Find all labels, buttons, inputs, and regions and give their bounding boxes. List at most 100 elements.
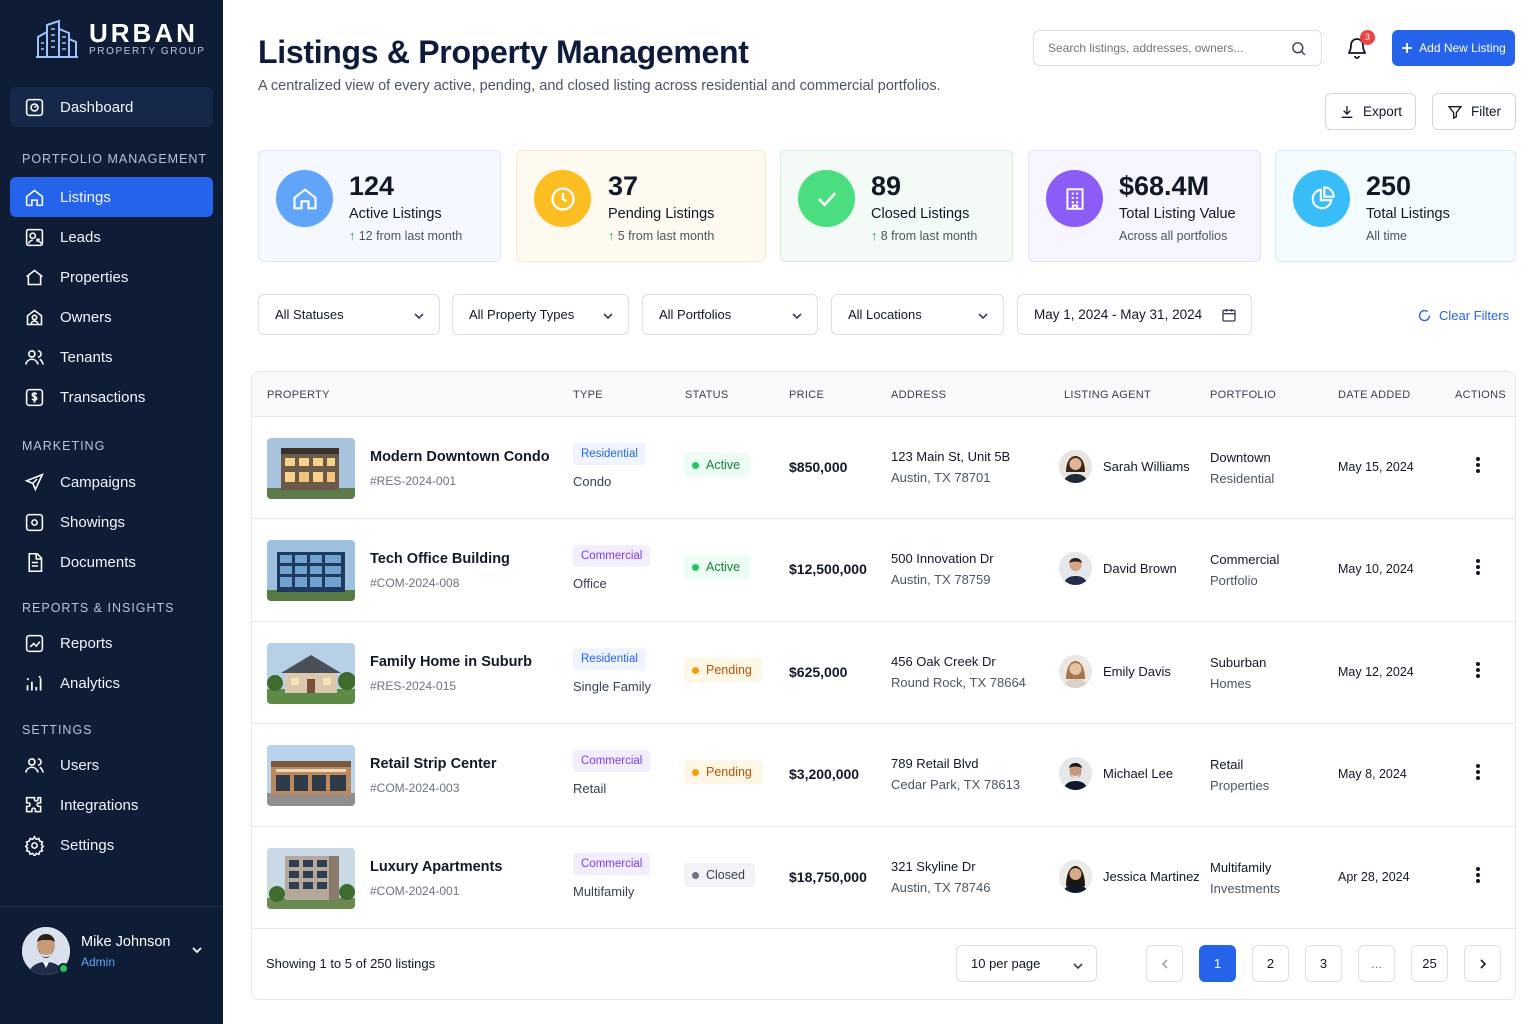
stat-delta: ↑ 5 from last month <box>608 229 715 243</box>
sidebar-item-reports[interactable]: Reports <box>10 623 213 663</box>
document-icon <box>28 552 43 572</box>
price: $850,000 <box>789 459 848 475</box>
clear-filters-button[interactable]: Clear Filters <box>1417 308 1509 323</box>
page-subtitle: A centralized view of every active, pend… <box>258 78 941 94</box>
next-page-button[interactable] <box>1464 945 1501 982</box>
stat-card-active: 124 Active Listings ↑ 12 from last month <box>258 150 501 262</box>
table-row[interactable]: Retail Strip Center #COM-2024-003 Commer… <box>252 724 1515 827</box>
sidebar-item-campaigns[interactable]: Campaigns <box>10 462 213 502</box>
table-row[interactable]: Modern Downtown Condo #RES-2024-001 Resi… <box>252 417 1515 519</box>
export-button[interactable]: Export <box>1325 93 1416 130</box>
per-page-dropdown[interactable]: 10 per page <box>956 945 1097 982</box>
table-row[interactable]: Tech Office Building #COM-2024-008 Comme… <box>252 519 1515 622</box>
price: $3,200,000 <box>789 766 860 782</box>
sidebar-item-transactions[interactable]: Transactions <box>10 377 213 417</box>
calendar-eye-icon <box>25 513 44 531</box>
portfolio-filter-dropdown[interactable]: All Portfolios <box>642 294 818 335</box>
export-label: Export <box>1362 104 1403 119</box>
sidebar-item-properties[interactable]: Properties <box>10 257 213 297</box>
column-header-price[interactable]: PRICE <box>789 389 824 401</box>
date-range-picker[interactable]: May 1, 2024 - May 31, 2024 <box>1017 294 1252 335</box>
sidebar-item-showings[interactable]: Showings <box>10 502 213 542</box>
brand-logo[interactable]: URBAN PROPERTY GROUP <box>35 18 206 60</box>
category-badge: Commercial <box>573 853 651 875</box>
arrow-up-icon: ↑ <box>349 229 356 243</box>
property-type: Retail <box>573 781 607 796</box>
agent-name: David Brown <box>1103 561 1177 576</box>
users-icon <box>24 757 44 773</box>
location-filter-dropdown[interactable]: All Locations <box>831 294 1004 335</box>
sidebar-item-users[interactable]: Users <box>10 745 213 785</box>
column-header-status[interactable]: STATUS <box>685 389 729 401</box>
more-actions-icon[interactable] <box>1474 455 1482 475</box>
stat-label: Closed Listings <box>871 206 970 222</box>
portfolio-line1: Multifamily <box>1210 860 1272 875</box>
column-header-agent[interactable]: LISTING AGENT <box>1064 389 1151 401</box>
property-name[interactable]: Family Home in Suburb <box>370 654 532 670</box>
column-header-property[interactable]: PROPERTY <box>267 389 330 401</box>
sidebar-item-tenants[interactable]: Tenants <box>10 337 213 377</box>
property-name[interactable]: Modern Downtown Condo <box>370 449 550 465</box>
property-type-filter-dropdown[interactable]: All Property Types <box>452 294 629 335</box>
property-thumbnail[interactable] <box>267 540 355 601</box>
refresh-icon <box>1418 309 1431 322</box>
stat-value: $68.4M <box>1119 171 1210 201</box>
agent-avatar <box>1059 552 1092 585</box>
chart-icon <box>25 634 44 652</box>
home-icon <box>276 170 333 227</box>
property-thumbnail[interactable] <box>267 745 355 806</box>
owners-icon <box>26 309 43 325</box>
search-icon[interactable] <box>1290 40 1307 57</box>
property-thumbnail[interactable] <box>267 643 355 704</box>
search-box[interactable] <box>1033 30 1322 66</box>
price: $12,500,000 <box>789 561 867 577</box>
page-button-25[interactable]: 25 <box>1411 945 1448 982</box>
filter-button[interactable]: Filter <box>1432 93 1516 130</box>
sidebar-item-label: Leads <box>60 228 101 246</box>
user-profile[interactable]: Mike Johnson Admin <box>0 906 223 1024</box>
status-dot <box>692 768 699 776</box>
agent-name: Sarah Williams <box>1103 459 1190 474</box>
sidebar-item-integrations[interactable]: Integrations <box>10 785 213 825</box>
sidebar-item-label: Documents <box>60 553 136 571</box>
status-filter-dropdown[interactable]: All Statuses <box>258 294 440 335</box>
date-added: May 10, 2024 <box>1338 562 1414 576</box>
property-thumbnail[interactable] <box>267 438 355 499</box>
sidebar-item-listings[interactable]: Listings <box>10 177 213 217</box>
more-actions-icon[interactable] <box>1474 865 1482 885</box>
page-button-1[interactable]: 1 <box>1199 945 1236 982</box>
dropdown-value: All Locations <box>848 307 922 322</box>
page-button-3[interactable]: 3 <box>1305 945 1342 982</box>
stat-delta: ↑ 8 from last month <box>871 229 978 243</box>
price: $625,000 <box>789 664 848 680</box>
calendar-icon <box>1222 309 1236 322</box>
column-header-date[interactable]: DATE ADDED <box>1338 389 1410 401</box>
page-button-2[interactable]: 2 <box>1252 945 1289 982</box>
column-header-portfolio[interactable]: PORTFOLIO <box>1210 389 1276 401</box>
sidebar-item-documents[interactable]: Documents <box>10 542 213 582</box>
more-actions-icon[interactable] <box>1474 557 1482 577</box>
sidebar-item-analytics[interactable]: Analytics <box>10 663 213 703</box>
property-thumbnail[interactable] <box>267 848 355 909</box>
more-actions-icon[interactable] <box>1474 762 1482 782</box>
property-name[interactable]: Retail Strip Center <box>370 756 497 772</box>
sidebar-item-dashboard[interactable]: Dashboard <box>10 87 213 127</box>
table-row[interactable]: Luxury Apartments #COM-2024-001 Commerci… <box>252 827 1515 929</box>
agent-avatar <box>1059 450 1092 483</box>
property-name[interactable]: Luxury Apartments <box>370 859 502 875</box>
column-header-address[interactable]: ADDRESS <box>891 389 946 401</box>
table-row[interactable]: Family Home in Suburb #RES-2024-015 Resi… <box>252 622 1515 724</box>
sidebar-item-settings[interactable]: Settings <box>10 825 213 865</box>
sidebar-item-label: Tenants <box>60 348 113 366</box>
column-header-type[interactable]: TYPE <box>573 389 603 401</box>
search-input[interactable] <box>1048 41 1278 55</box>
add-listing-button[interactable]: Add New Listing <box>1392 30 1515 66</box>
chevron-down-icon[interactable] <box>190 943 204 957</box>
puzzle-icon <box>25 796 42 812</box>
prev-page-button[interactable] <box>1146 945 1183 982</box>
sidebar-item-owners[interactable]: Owners <box>10 297 213 337</box>
more-actions-icon[interactable] <box>1474 660 1482 680</box>
download-icon <box>1341 105 1353 118</box>
sidebar-item-leads[interactable]: Leads <box>10 217 213 257</box>
property-name[interactable]: Tech Office Building <box>370 551 510 567</box>
